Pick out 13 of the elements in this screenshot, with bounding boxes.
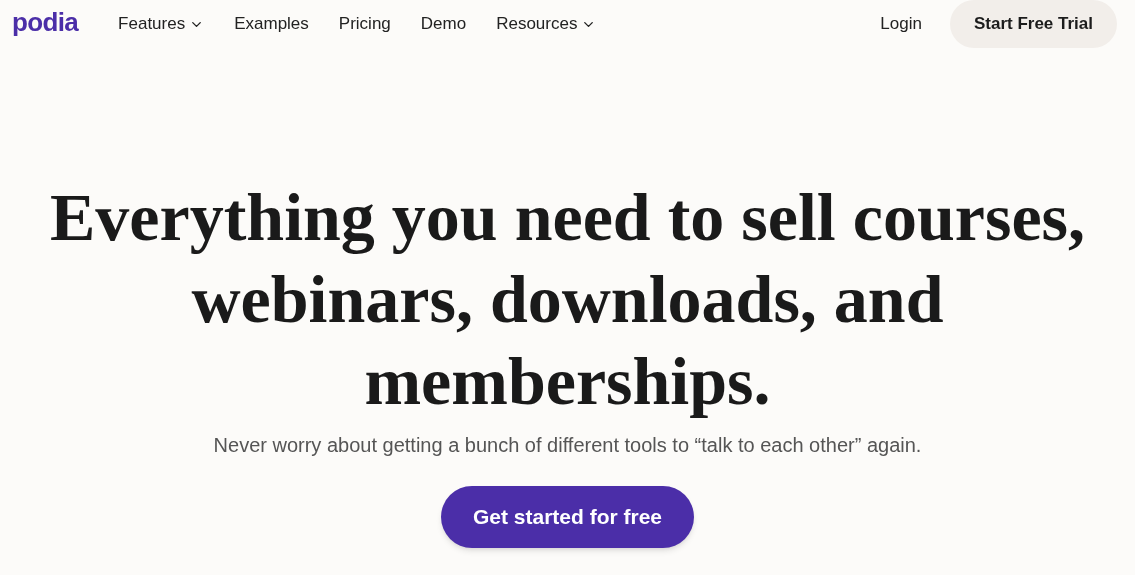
logo[interactable]: podia xyxy=(12,9,79,35)
headline: memberships. xyxy=(364,342,771,421)
headline: webinars, downloads, and xyxy=(191,260,944,339)
nav-link[interactable]: Examples xyxy=(234,11,309,37)
start-trial-button[interactable]: Start Free Trial xyxy=(949,0,1117,48)
nav-link[interactable]: Pricing xyxy=(338,11,391,37)
nav-link[interactable]: Features xyxy=(118,11,205,37)
nav-link[interactable]: Resources xyxy=(496,11,597,37)
get-started-button[interactable]: Get started for free xyxy=(440,486,695,548)
headline: Everything you need to sell courses, xyxy=(49,178,1086,257)
login-link[interactable]: Login xyxy=(880,11,922,37)
subtitle: Never worry about getting a bunch of different tools to “talk to each other” again. xyxy=(213,433,922,458)
nav-link[interactable]: Demo xyxy=(420,11,467,37)
